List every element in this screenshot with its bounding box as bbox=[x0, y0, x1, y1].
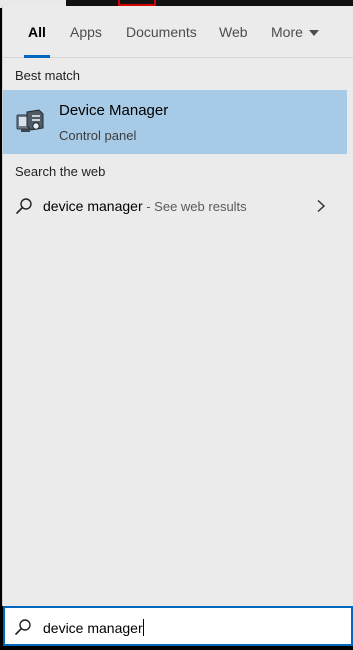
tab-documents[interactable]: Documents bbox=[126, 6, 197, 58]
web-search-result[interactable]: device manager - See web results bbox=[3, 188, 347, 224]
tab-all[interactable]: All bbox=[24, 6, 50, 58]
tab-documents-label: Documents bbox=[126, 24, 197, 40]
search-panel: All Apps Documents Web More Best match D… bbox=[2, 6, 353, 606]
tab-more-label: More bbox=[271, 24, 303, 40]
tab-more[interactable]: More bbox=[271, 6, 319, 58]
chevron-right-icon bbox=[317, 199, 326, 213]
search-the-web-heading: Search the web bbox=[15, 164, 106, 179]
best-match-result[interactable]: Device Manager Control panel bbox=[3, 90, 347, 154]
text-cursor bbox=[142, 619, 144, 636]
best-match-subtitle: Control panel bbox=[59, 128, 137, 143]
active-tab-indicator bbox=[24, 55, 50, 58]
search-input[interactable]: device manager bbox=[43, 619, 144, 636]
web-query-text: device manager bbox=[43, 198, 143, 214]
web-result-text: device manager - See web results bbox=[43, 198, 247, 214]
tab-apps-label: Apps bbox=[70, 24, 102, 40]
best-match-title: Device Manager bbox=[59, 102, 169, 119]
search-box[interactable]: device manager bbox=[3, 606, 353, 646]
tab-apps[interactable]: Apps bbox=[70, 6, 102, 58]
tab-web-label: Web bbox=[219, 24, 248, 40]
filter-tabs: All Apps Documents Web More bbox=[3, 6, 353, 58]
device-manager-icon bbox=[16, 109, 44, 132]
search-icon bbox=[15, 619, 31, 635]
caret-down-icon bbox=[308, 30, 319, 37]
tab-all-label: All bbox=[28, 24, 46, 40]
best-match-heading: Best match bbox=[15, 68, 81, 83]
tab-web[interactable]: Web bbox=[219, 6, 248, 58]
search-icon bbox=[16, 198, 32, 214]
search-input-value: device manager bbox=[43, 620, 143, 636]
web-results-hint: - See web results bbox=[142, 199, 247, 214]
